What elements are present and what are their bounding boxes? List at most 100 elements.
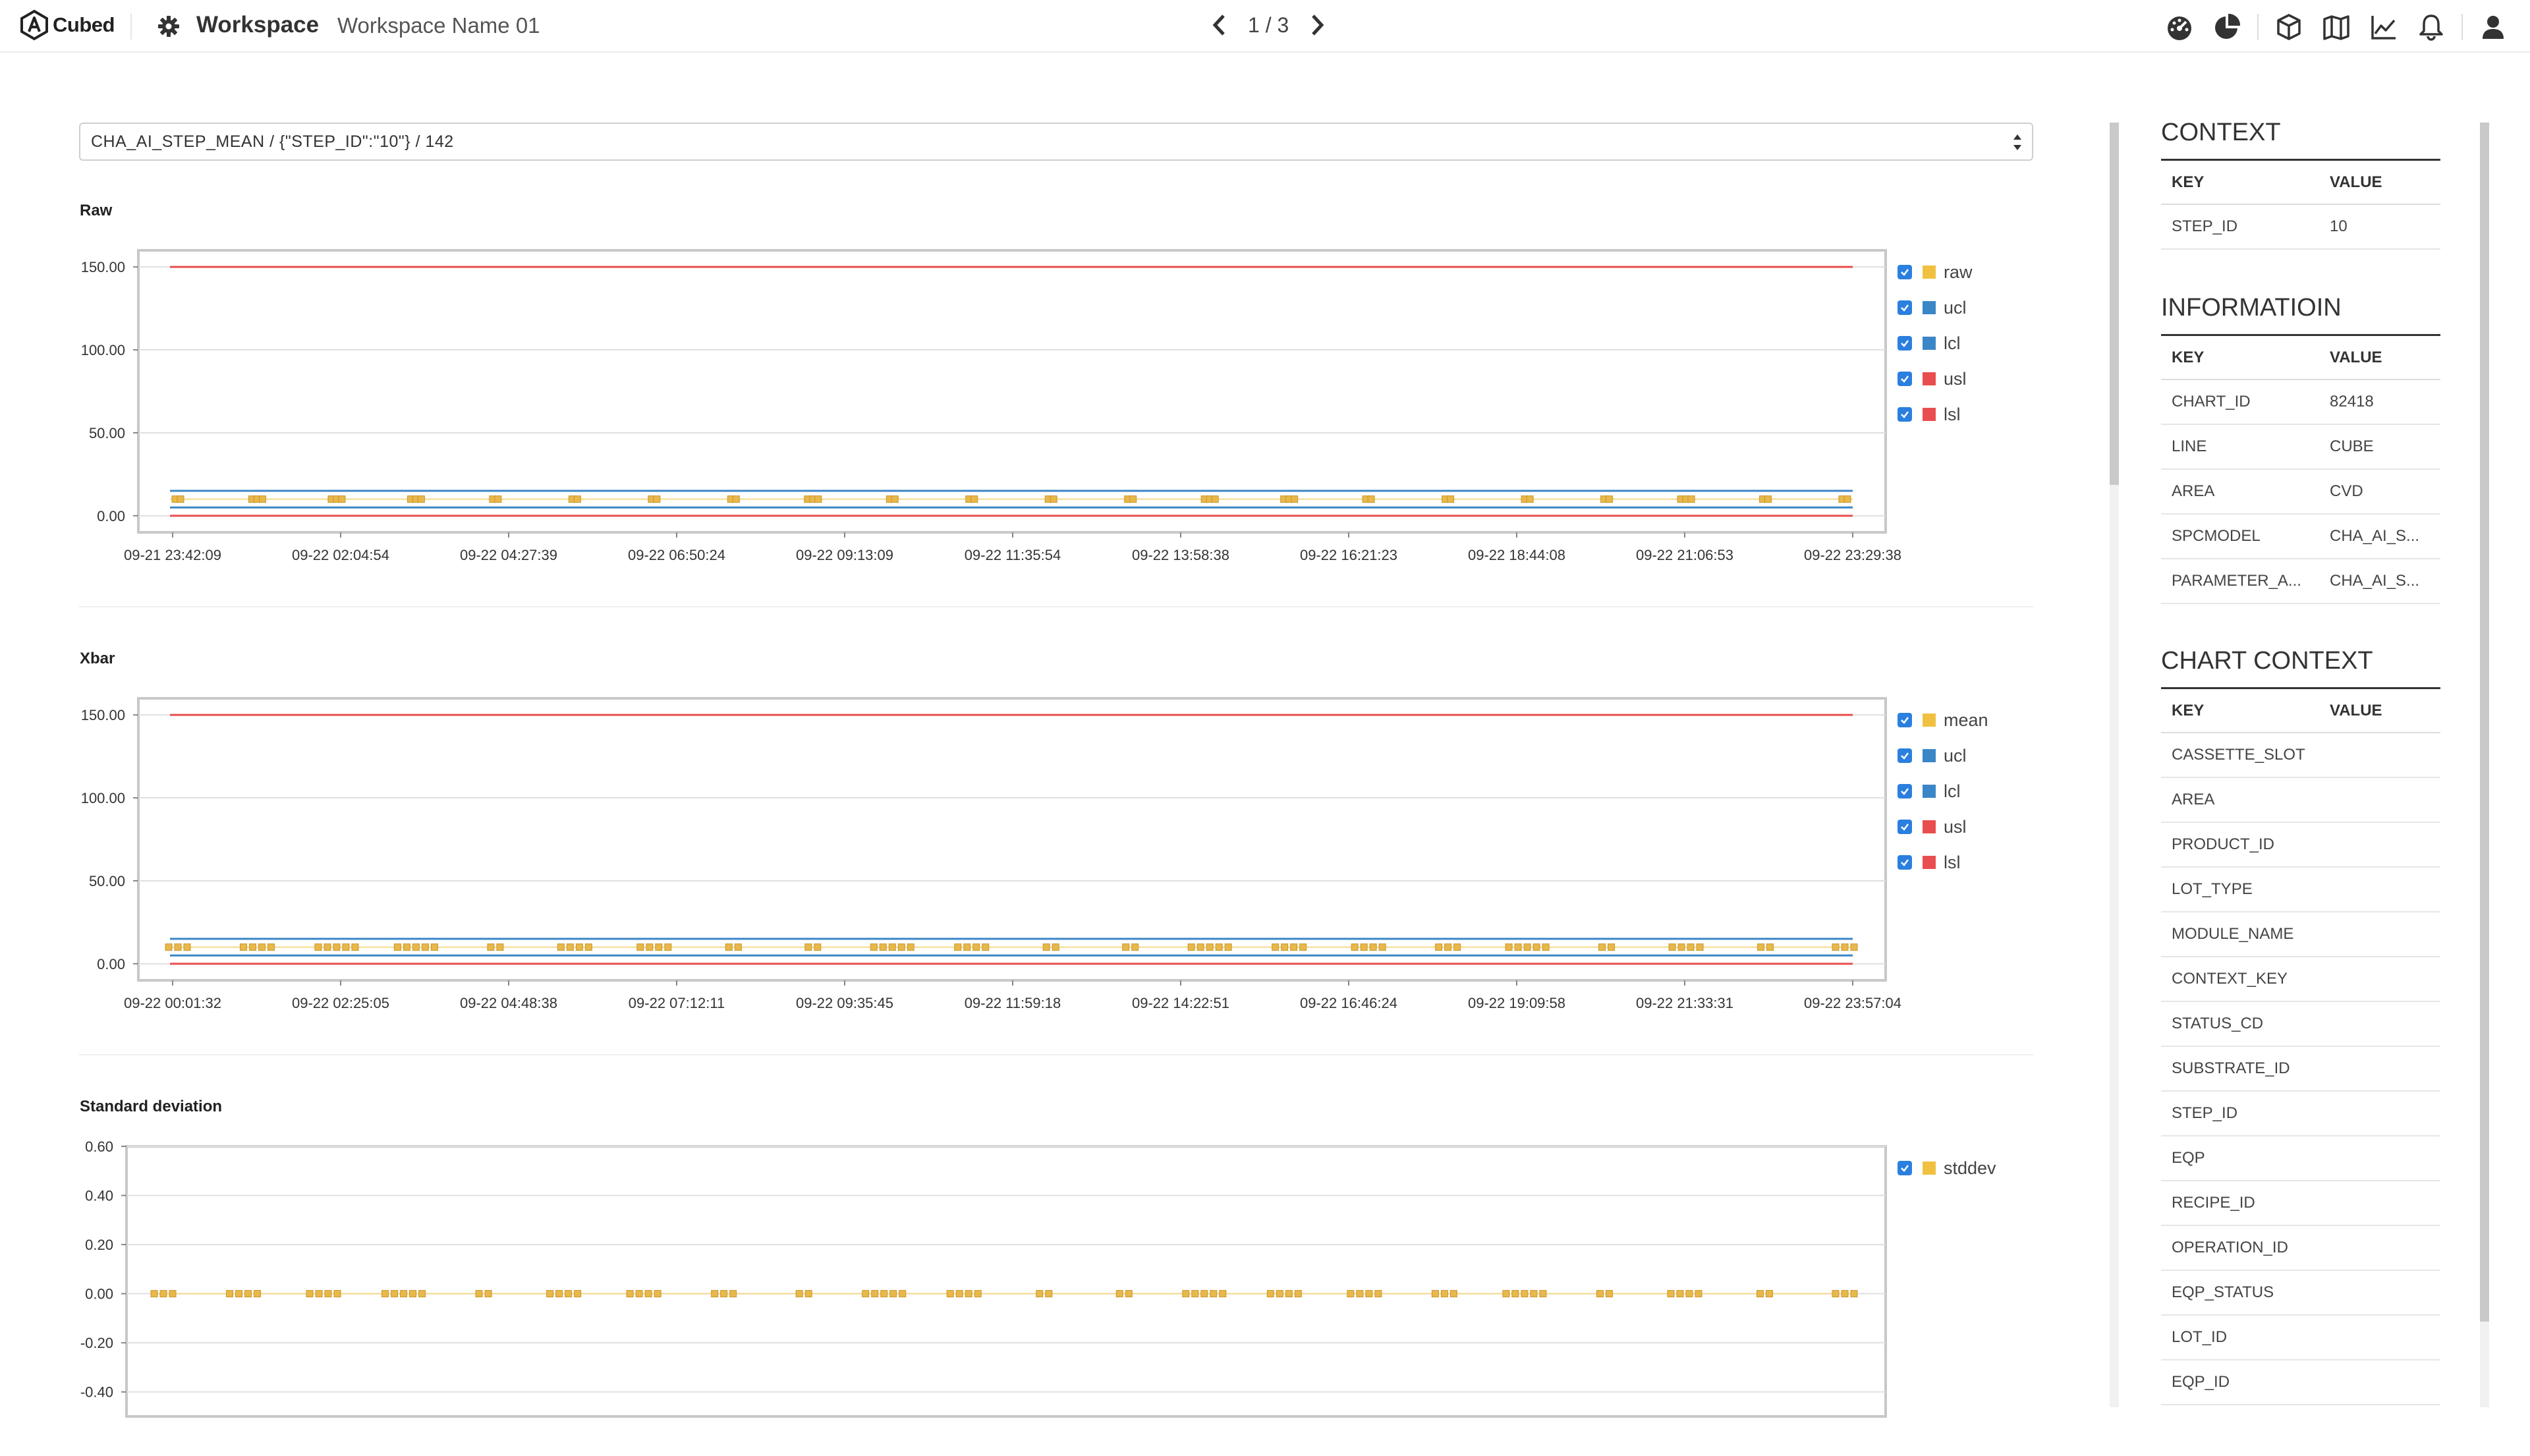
legend-item-lsl[interactable]: lsl	[1898, 397, 1973, 432]
data-point[interactable]	[546, 1290, 554, 1298]
data-point[interactable]	[324, 1290, 332, 1298]
data-point[interactable]	[565, 1290, 573, 1298]
data-point[interactable]	[889, 1290, 897, 1298]
data-point[interactable]	[1841, 943, 1849, 951]
data-point[interactable]	[421, 943, 429, 951]
data-point[interactable]	[655, 943, 663, 951]
data-point[interactable]	[1131, 943, 1139, 951]
data-point[interactable]	[381, 1290, 389, 1298]
data-point[interactable]	[1360, 943, 1368, 951]
data-point[interactable]	[430, 943, 438, 951]
data-point[interactable]	[165, 943, 173, 951]
data-point[interactable]	[1843, 495, 1851, 503]
data-point[interactable]	[1532, 943, 1540, 951]
data-point[interactable]	[496, 943, 504, 951]
data-point[interactable]	[1045, 1290, 1053, 1298]
trend-chart-button[interactable]	[2367, 11, 2401, 43]
legend-checkbox[interactable]	[1898, 784, 1912, 798]
legend-checkbox[interactable]	[1898, 300, 1912, 315]
legend-checkbox[interactable]	[1898, 713, 1912, 727]
data-point[interactable]	[970, 495, 978, 503]
data-point[interactable]	[248, 943, 256, 951]
data-point[interactable]	[475, 1290, 483, 1298]
data-point[interactable]	[338, 495, 346, 503]
legend-checkbox[interactable]	[1898, 820, 1912, 834]
data-point[interactable]	[1676, 1290, 1684, 1298]
data-point[interactable]	[897, 943, 905, 951]
data-point[interactable]	[1850, 1290, 1858, 1298]
data-point[interactable]	[1122, 943, 1130, 951]
data-point[interactable]	[1764, 495, 1772, 503]
legend-item-usl[interactable]: usl	[1898, 361, 1973, 397]
data-point[interactable]	[1219, 1290, 1227, 1298]
charts-scrollbar[interactable]	[2110, 123, 2119, 1407]
data-point[interactable]	[1695, 1290, 1702, 1298]
data-point[interactable]	[1668, 943, 1676, 951]
legend-item-ucl[interactable]: ucl	[1898, 290, 1973, 325]
data-point[interactable]	[1294, 1290, 1302, 1298]
data-point[interactable]	[1285, 1290, 1293, 1298]
data-point[interactable]	[636, 943, 644, 951]
data-point[interactable]	[1440, 1290, 1448, 1298]
data-point[interactable]	[574, 1290, 582, 1298]
data-point[interactable]	[1299, 943, 1307, 951]
notifications-button[interactable]	[2414, 11, 2448, 43]
data-point[interactable]	[954, 943, 962, 951]
data-point[interactable]	[1687, 495, 1695, 503]
data-point[interactable]	[899, 1290, 907, 1298]
data-point[interactable]	[1115, 1290, 1123, 1298]
map-button[interactable]	[2319, 11, 2353, 43]
data-point[interactable]	[1378, 943, 1386, 951]
data-point[interactable]	[814, 495, 822, 503]
data-point[interactable]	[1449, 1290, 1457, 1298]
data-point[interactable]	[644, 1290, 652, 1298]
data-point[interactable]	[1276, 1290, 1283, 1298]
data-point[interactable]	[946, 1290, 954, 1298]
data-point[interactable]	[1125, 1290, 1133, 1298]
legend-checkbox[interactable]	[1898, 372, 1912, 386]
data-point[interactable]	[732, 495, 740, 503]
legend-item-raw[interactable]: raw	[1898, 254, 1973, 290]
legend-checkbox[interactable]	[1898, 1161, 1912, 1175]
data-point[interactable]	[1605, 1290, 1613, 1298]
pie-chart-button[interactable]	[2210, 11, 2244, 43]
data-point[interactable]	[1196, 943, 1204, 951]
data-point[interactable]	[1369, 943, 1377, 951]
data-point[interactable]	[982, 943, 990, 951]
data-point[interactable]	[1052, 943, 1059, 951]
data-point[interactable]	[1291, 495, 1299, 503]
data-point[interactable]	[1210, 1290, 1218, 1298]
panel-scrollbar-thumb[interactable]	[2480, 123, 2489, 1322]
legend-item-lsl[interactable]: lsl	[1898, 845, 1988, 880]
gear-icon[interactable]	[157, 14, 181, 38]
data-point[interactable]	[795, 1290, 803, 1298]
data-point[interactable]	[1211, 495, 1219, 503]
data-point[interactable]	[391, 1290, 399, 1298]
data-point[interactable]	[1511, 1290, 1519, 1298]
data-point[interactable]	[1539, 1290, 1547, 1298]
data-point[interactable]	[1542, 943, 1550, 951]
data-point[interactable]	[1036, 1290, 1044, 1298]
data-point[interactable]	[1505, 943, 1513, 951]
data-point[interactable]	[626, 1290, 634, 1298]
data-point[interactable]	[566, 943, 574, 951]
data-point[interactable]	[1365, 1290, 1373, 1298]
legend-checkbox[interactable]	[1898, 855, 1912, 870]
legend-item-mean[interactable]: mean	[1898, 702, 1988, 738]
legend-item-stddev[interactable]: stddev	[1898, 1150, 1996, 1186]
data-point[interactable]	[653, 495, 661, 503]
data-point[interactable]	[159, 1290, 167, 1298]
data-point[interactable]	[635, 1290, 643, 1298]
prev-page-button[interactable]	[1206, 11, 1232, 40]
data-point[interactable]	[1187, 943, 1195, 951]
data-point[interactable]	[1347, 1290, 1355, 1298]
data-point[interactable]	[484, 1290, 492, 1298]
data-point[interactable]	[1290, 943, 1298, 951]
legend-checkbox[interactable]	[1898, 336, 1912, 350]
data-point[interactable]	[1832, 943, 1840, 951]
data-point[interactable]	[183, 943, 191, 951]
xbar-chart[interactable]: 150.00 100.00 50.00 0.00 09-22 00:01:32 09-22…	[0, 692, 1901, 1028]
data-point[interactable]	[403, 943, 410, 951]
data-point[interactable]	[664, 943, 672, 951]
legend-item-usl[interactable]: usl	[1898, 809, 1988, 845]
